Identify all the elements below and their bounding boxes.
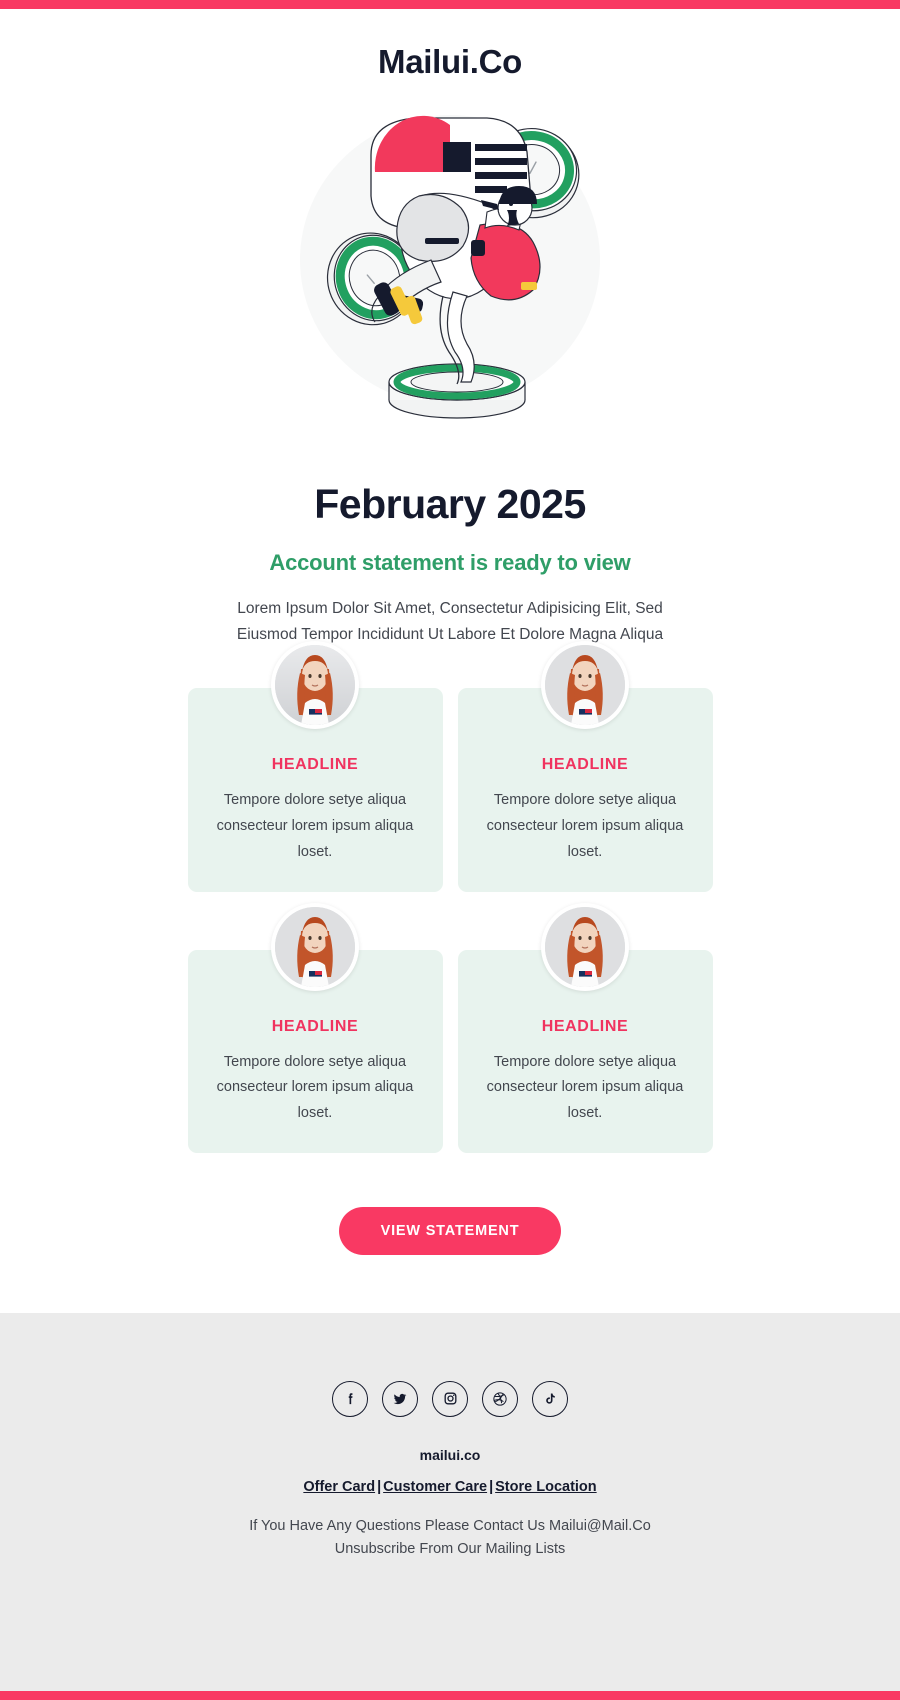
- card-headline: HEADLINE: [271, 756, 359, 774]
- feature-card: HEADLINE Tempore dolore setye aliqua con…: [457, 902, 713, 1153]
- dribbble-icon[interactable]: [482, 1380, 518, 1417]
- avatar-image: [545, 645, 625, 726]
- dribbble-glyph: [493, 1392, 507, 1406]
- card-text: Tempore dolore setye aliqua consecteur l…: [216, 792, 414, 860]
- email-body: Mailui.Co February 2025 Account statemen…: [0, 9, 900, 1313]
- avatar-image: [545, 906, 625, 987]
- card-headline: HEADLINE: [541, 756, 629, 774]
- avatar-image: [275, 645, 355, 726]
- avatar: [271, 641, 359, 730]
- top-accent-bar: [0, 0, 900, 9]
- footer-links: Offer Card | Customer Care | Store Location: [0, 1479, 900, 1495]
- card-text: Tempore dolore setye aliqua consecteur l…: [486, 1053, 684, 1122]
- footer-link-customer-care[interactable]: Customer Care: [383, 1479, 487, 1495]
- email-footer: mailui.co Offer Card | Customer Care | Store…: [0, 1312, 900, 1691]
- footer-link-offer-card[interactable]: Offer Card: [303, 1479, 375, 1495]
- avatar: [541, 902, 629, 991]
- email-newsletter: Mailui.Co February 2025 Account statemen…: [0, 0, 900, 1700]
- month-title: February 2025: [314, 481, 586, 527]
- facebook-glyph: [348, 1393, 352, 1405]
- card-headline: HEADLINE: [541, 1017, 629, 1035]
- statement-heading-block: February 2025 Account statement is ready…: [0, 481, 900, 648]
- card-headline: HEADLINE: [271, 1017, 359, 1035]
- person-balancing-on-rings-illustration: [300, 115, 600, 419]
- cta-section: VIEW STATEMENT: [0, 1206, 900, 1313]
- woman-portrait-avatar-icon: [275, 906, 355, 987]
- instagram-glyph: [444, 1393, 456, 1405]
- avatar: [541, 641, 629, 730]
- woman-portrait-avatar-icon: [545, 906, 625, 987]
- bottom-accent-bar: [0, 1691, 900, 1700]
- footer-unsubscribe-line[interactable]: Unsubscribe From Our Mailing Lists: [0, 1538, 900, 1561]
- twitter-glyph: [393, 1393, 407, 1405]
- view-statement-button[interactable]: VIEW STATEMENT: [338, 1206, 562, 1255]
- feature-card: HEADLINE Tempore dolore setye aliqua con…: [457, 641, 713, 892]
- footer-brand: mailui.co: [419, 1446, 481, 1463]
- page-title: Mailui.Co: [378, 43, 522, 80]
- feature-cards-grid: HEADLINE Tempore dolore setye aliqua con…: [187, 641, 713, 1153]
- card-text: Tempore dolore setye aliqua consecteur l…: [486, 792, 684, 860]
- footer-link-separator: |: [377, 1478, 382, 1495]
- footer-contact-line: If You Have Any Questions Please Contact…: [249, 1517, 651, 1534]
- woman-portrait-avatar-icon: [545, 645, 625, 726]
- instagram-icon[interactable]: [432, 1380, 468, 1417]
- feature-card: HEADLINE Tempore dolore setye aliqua con…: [187, 641, 443, 892]
- footer-link-separator: |: [489, 1478, 494, 1495]
- social-links: [0, 1380, 900, 1417]
- tiktok-icon[interactable]: [532, 1380, 568, 1417]
- hero-illustration: [0, 95, 900, 425]
- footer-link-store-location[interactable]: Store Location: [495, 1479, 597, 1495]
- footer-contact-note: If You Have Any Questions Please Contact…: [0, 1515, 900, 1562]
- feature-card: HEADLINE Tempore dolore setye aliqua con…: [187, 902, 443, 1153]
- facebook-icon[interactable]: [332, 1380, 368, 1417]
- intro-paragraph: Lorem Ipsum Dolor Sit Amet, Consectetur …: [236, 600, 664, 644]
- card-text: Tempore dolore setye aliqua consecteur l…: [216, 1053, 414, 1122]
- twitter-icon[interactable]: [382, 1380, 418, 1417]
- tiktok-glyph: [546, 1393, 555, 1404]
- avatar-image: [275, 906, 355, 987]
- woman-portrait-avatar-icon: [275, 645, 355, 726]
- statement-subtitle: Account statement is ready to view: [269, 550, 631, 576]
- avatar: [271, 902, 359, 991]
